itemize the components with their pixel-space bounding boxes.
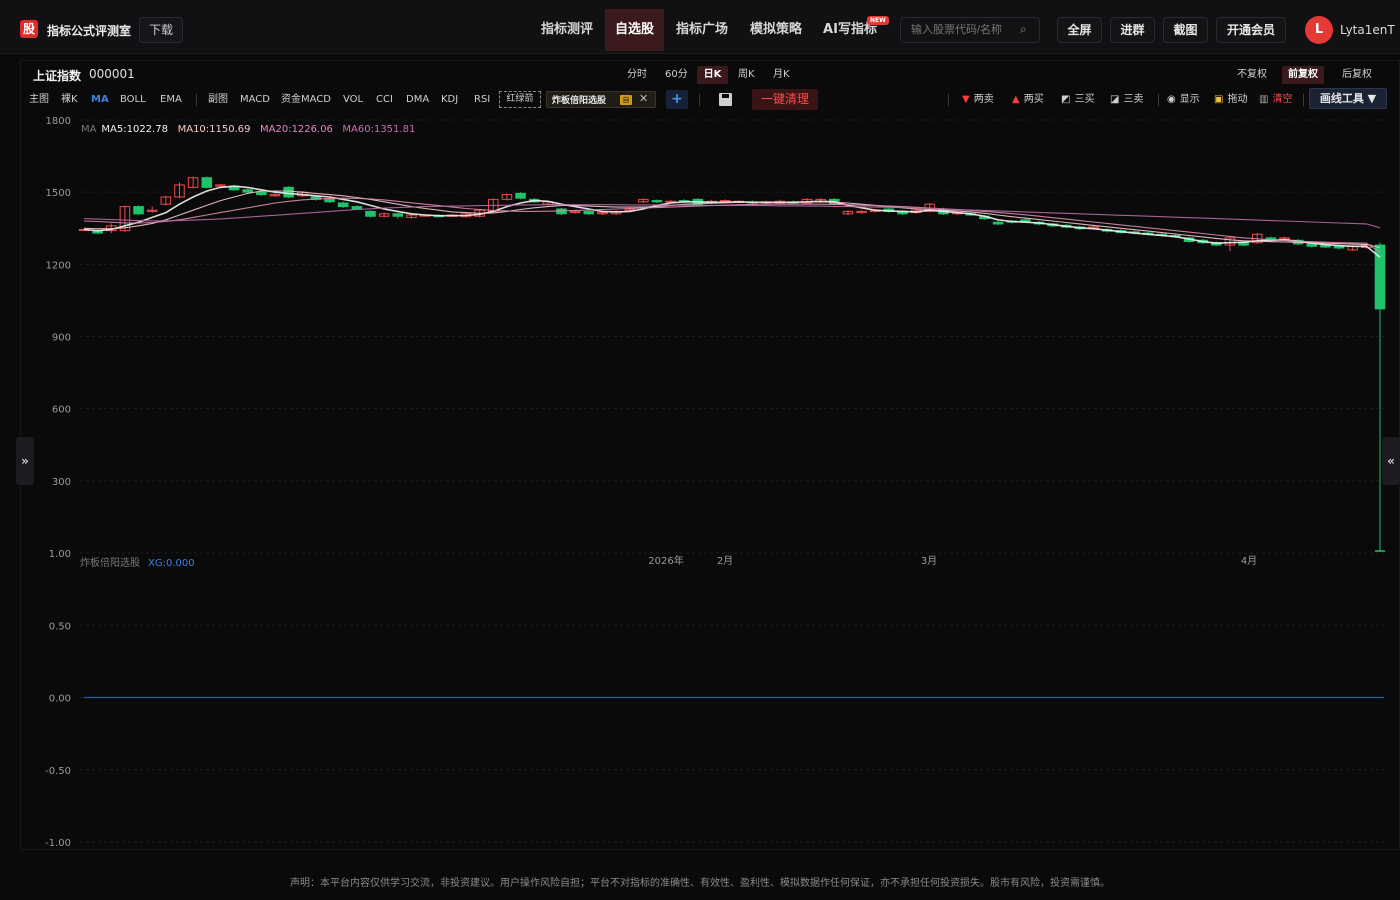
candle-body: [242, 189, 253, 193]
y-tick-label: -1.00: [45, 838, 71, 849]
y-tick-label: 0.50: [49, 621, 71, 632]
x-tick-label: 2月: [717, 555, 733, 567]
legend-xg: XG:0.000: [148, 558, 195, 569]
y-tick-label: 1.00: [49, 549, 71, 560]
candle-body: [201, 177, 213, 188]
ma-line-ma5: [83, 185, 1381, 258]
candle-body: [392, 213, 404, 217]
candle-body: [337, 202, 349, 208]
candle-body: [351, 206, 363, 210]
expand-right-panel-icon[interactable]: «: [1382, 437, 1400, 485]
candle-body: [256, 191, 267, 196]
legend-ma5: MA5:1022.78: [101, 124, 168, 135]
y-tick-label: -0.50: [45, 766, 71, 777]
legend-ma10: MA10:1150.69: [178, 124, 251, 135]
x-tick-label: 3月: [921, 555, 937, 567]
candle-body: [283, 186, 294, 198]
legend-ma60: MA60:1351.81: [342, 124, 415, 135]
candle-body: [992, 221, 1004, 225]
expand-left-panel-icon[interactable]: »: [16, 437, 34, 485]
app-root: 股 指标公式评测室 下载 指标测评 自选股 指标广场 模拟策略 AI写指标 NE…: [0, 0, 1400, 900]
disclaimer: 声明：本平台内容仅供学习交流，非投资建议。用户操作风险自担；平台不对指标的准确性…: [290, 878, 1110, 889]
ma-line-ma60: [83, 204, 1381, 229]
y-tick-label: 1500: [46, 188, 71, 199]
candle-body: [651, 200, 663, 203]
candle-body: [515, 192, 526, 199]
candle-body: [365, 210, 376, 217]
x-tick-label: 4月: [1241, 555, 1257, 567]
ma-line-ma20: [83, 197, 1381, 253]
candle-body: [133, 206, 144, 215]
y-tick-label: 1200: [46, 260, 71, 271]
candle-body: [583, 210, 595, 215]
candle-body: [324, 198, 335, 203]
y-tick-label: 600: [52, 405, 71, 416]
kline-chart[interactable]: 1800 1500 1200 900 600 300 1.00 0.50 0.00 -0.50 -1…: [0, 0, 1400, 860]
legend-formula: 炸板倍阳选股: [80, 556, 140, 569]
y-tick-label: 0.00: [49, 694, 71, 705]
y-tick-label: 1800: [46, 116, 71, 127]
y-tick-label: 300: [52, 477, 71, 488]
legend-ma: MA: [81, 124, 97, 135]
y-tick-label: 900: [52, 333, 71, 344]
x-tick-label: 2026年: [648, 554, 683, 567]
legend-ma20: MA20:1226.06: [260, 124, 333, 135]
